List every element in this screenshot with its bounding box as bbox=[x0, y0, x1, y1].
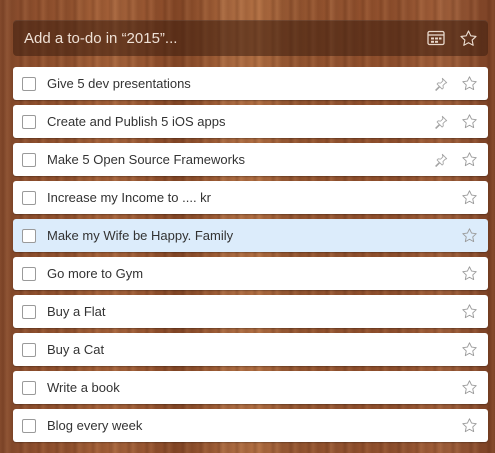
todo-icons bbox=[461, 189, 478, 206]
add-todo-bar bbox=[13, 20, 488, 56]
todo-checkbox[interactable] bbox=[22, 114, 36, 129]
todo-icons bbox=[461, 303, 478, 320]
todo-title: Make my Wife be Happy. Family bbox=[47, 228, 234, 243]
calendar-icon[interactable] bbox=[427, 30, 445, 46]
todo-icons bbox=[461, 417, 478, 434]
todo-icons bbox=[434, 113, 478, 130]
todo-checkbox[interactable] bbox=[22, 342, 36, 357]
todo-item[interactable]: Buy a Cat bbox=[13, 333, 488, 366]
todo-checkbox[interactable] bbox=[22, 190, 36, 205]
todo-checkbox[interactable] bbox=[22, 304, 36, 319]
todo-title: Give 5 dev presentations bbox=[47, 76, 191, 91]
todo-icons bbox=[461, 341, 478, 358]
todo-icons bbox=[461, 265, 478, 282]
todo-item[interactable]: Go more to Gym bbox=[13, 257, 488, 290]
todo-item[interactable]: Make my Wife be Happy. Family bbox=[13, 219, 488, 252]
star-icon[interactable] bbox=[461, 265, 478, 282]
todo-icons bbox=[434, 75, 478, 92]
add-bar-icons bbox=[427, 29, 478, 48]
todo-checkbox[interactable] bbox=[22, 228, 36, 243]
star-icon[interactable] bbox=[461, 417, 478, 434]
todo-icons bbox=[434, 151, 478, 168]
todo-item[interactable]: Buy a Flat bbox=[13, 295, 488, 328]
todo-checkbox[interactable] bbox=[22, 266, 36, 281]
todo-checkbox[interactable] bbox=[22, 76, 36, 91]
star-icon[interactable] bbox=[461, 303, 478, 320]
pin-icon[interactable] bbox=[434, 115, 448, 129]
star-icon[interactable] bbox=[461, 341, 478, 358]
todo-checkbox[interactable] bbox=[22, 380, 36, 395]
todo-list: Give 5 dev presentations Create and Publ… bbox=[13, 67, 488, 442]
todo-app: Give 5 dev presentations Create and Publ… bbox=[13, 20, 488, 447]
todo-title: Increase my Income to .... kr bbox=[47, 190, 211, 205]
add-todo-input[interactable] bbox=[24, 29, 427, 47]
todo-item[interactable]: Make 5 Open Source Frameworks bbox=[13, 143, 488, 176]
todo-title: Write a book bbox=[47, 380, 120, 395]
todo-item[interactable]: Give 5 dev presentations bbox=[13, 67, 488, 100]
todo-item[interactable]: Blog every week bbox=[13, 409, 488, 442]
star-icon[interactable] bbox=[461, 75, 478, 92]
todo-title: Go more to Gym bbox=[47, 266, 144, 281]
todo-checkbox[interactable] bbox=[22, 418, 36, 433]
pin-icon[interactable] bbox=[434, 153, 448, 167]
todo-title: Make 5 Open Source Frameworks bbox=[47, 152, 245, 167]
star-icon[interactable] bbox=[461, 151, 478, 168]
todo-title: Buy a Flat bbox=[47, 304, 106, 319]
todo-icons bbox=[461, 379, 478, 396]
todo-checkbox[interactable] bbox=[22, 152, 36, 167]
star-icon[interactable] bbox=[461, 379, 478, 396]
star-icon[interactable] bbox=[459, 29, 478, 48]
todo-title: Create and Publish 5 iOS apps bbox=[47, 114, 226, 129]
todo-item[interactable]: Create and Publish 5 iOS apps bbox=[13, 105, 488, 138]
todo-item[interactable]: Increase my Income to .... kr bbox=[13, 181, 488, 214]
todo-title: Buy a Cat bbox=[47, 342, 105, 357]
star-icon[interactable] bbox=[461, 227, 478, 244]
star-icon[interactable] bbox=[461, 113, 478, 130]
todo-item[interactable]: Write a book bbox=[13, 371, 488, 404]
todo-icons bbox=[461, 227, 478, 244]
star-icon[interactable] bbox=[461, 189, 478, 206]
todo-title: Blog every week bbox=[47, 418, 143, 433]
pin-icon[interactable] bbox=[434, 77, 448, 91]
